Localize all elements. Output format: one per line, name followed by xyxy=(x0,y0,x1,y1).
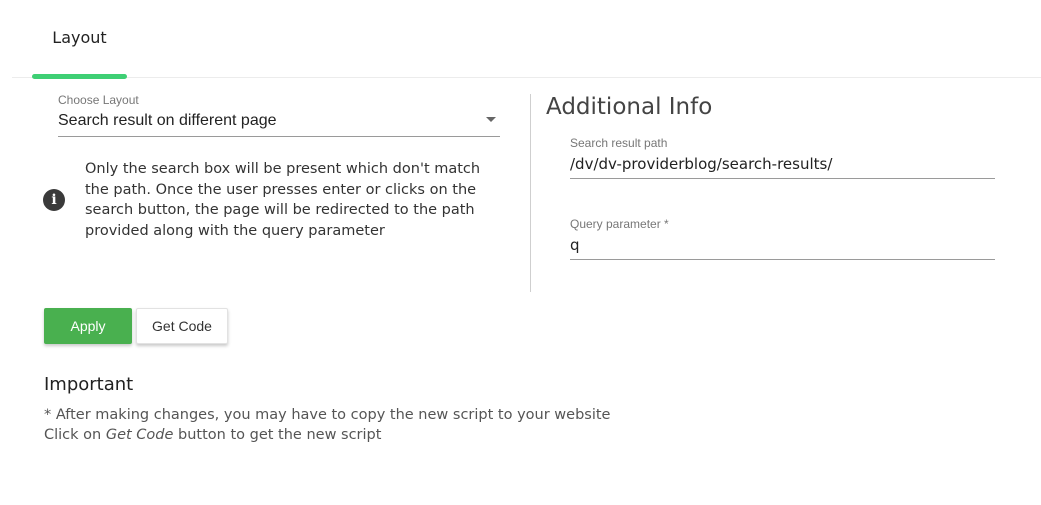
query-parameter-field: Query parameter * q xyxy=(570,217,995,260)
important-note-2-emphasis: Get Code xyxy=(105,427,174,443)
important-notes: * After making changes, you may have to … xyxy=(44,405,610,445)
important-note-1: * After making changes, you may have to … xyxy=(44,407,611,423)
query-parameter-label: Query parameter * xyxy=(570,217,669,231)
active-tab-indicator xyxy=(32,74,127,79)
layout-select-field: Choose Layout Search result on different… xyxy=(58,93,500,137)
apply-button[interactable]: Apply xyxy=(44,308,132,344)
get-code-button[interactable]: Get Code xyxy=(136,308,228,344)
important-note-2: Click on Get Code button to get the new … xyxy=(44,425,610,445)
info-icon: i xyxy=(43,189,65,211)
tab-layout[interactable]: Layout xyxy=(32,0,127,79)
tab-bar: Layout xyxy=(12,0,1041,79)
layout-select-value: Search result on different page xyxy=(58,112,277,129)
additional-info-title: Additional Info xyxy=(546,94,713,120)
search-result-path-input[interactable]: /dv/dv-providerblog/search-results/ xyxy=(570,154,995,179)
important-note-2-prefix: Click on xyxy=(44,427,106,443)
caret-down-icon xyxy=(486,117,496,122)
search-result-path-field: Search result path /dv/dv-providerblog/s… xyxy=(570,136,995,179)
layout-select-label: Choose Layout xyxy=(58,93,139,107)
tab-layout-label: Layout xyxy=(52,27,107,47)
layout-description: Only the search box will be present whic… xyxy=(85,161,481,239)
column-divider xyxy=(530,94,531,292)
important-note-2-suffix: button to get the new script xyxy=(173,427,382,443)
search-result-path-label: Search result path xyxy=(570,136,668,150)
layout-select[interactable]: Search result on different page xyxy=(58,110,500,137)
query-parameter-input[interactable]: q xyxy=(570,235,995,260)
important-heading: Important xyxy=(44,374,134,395)
